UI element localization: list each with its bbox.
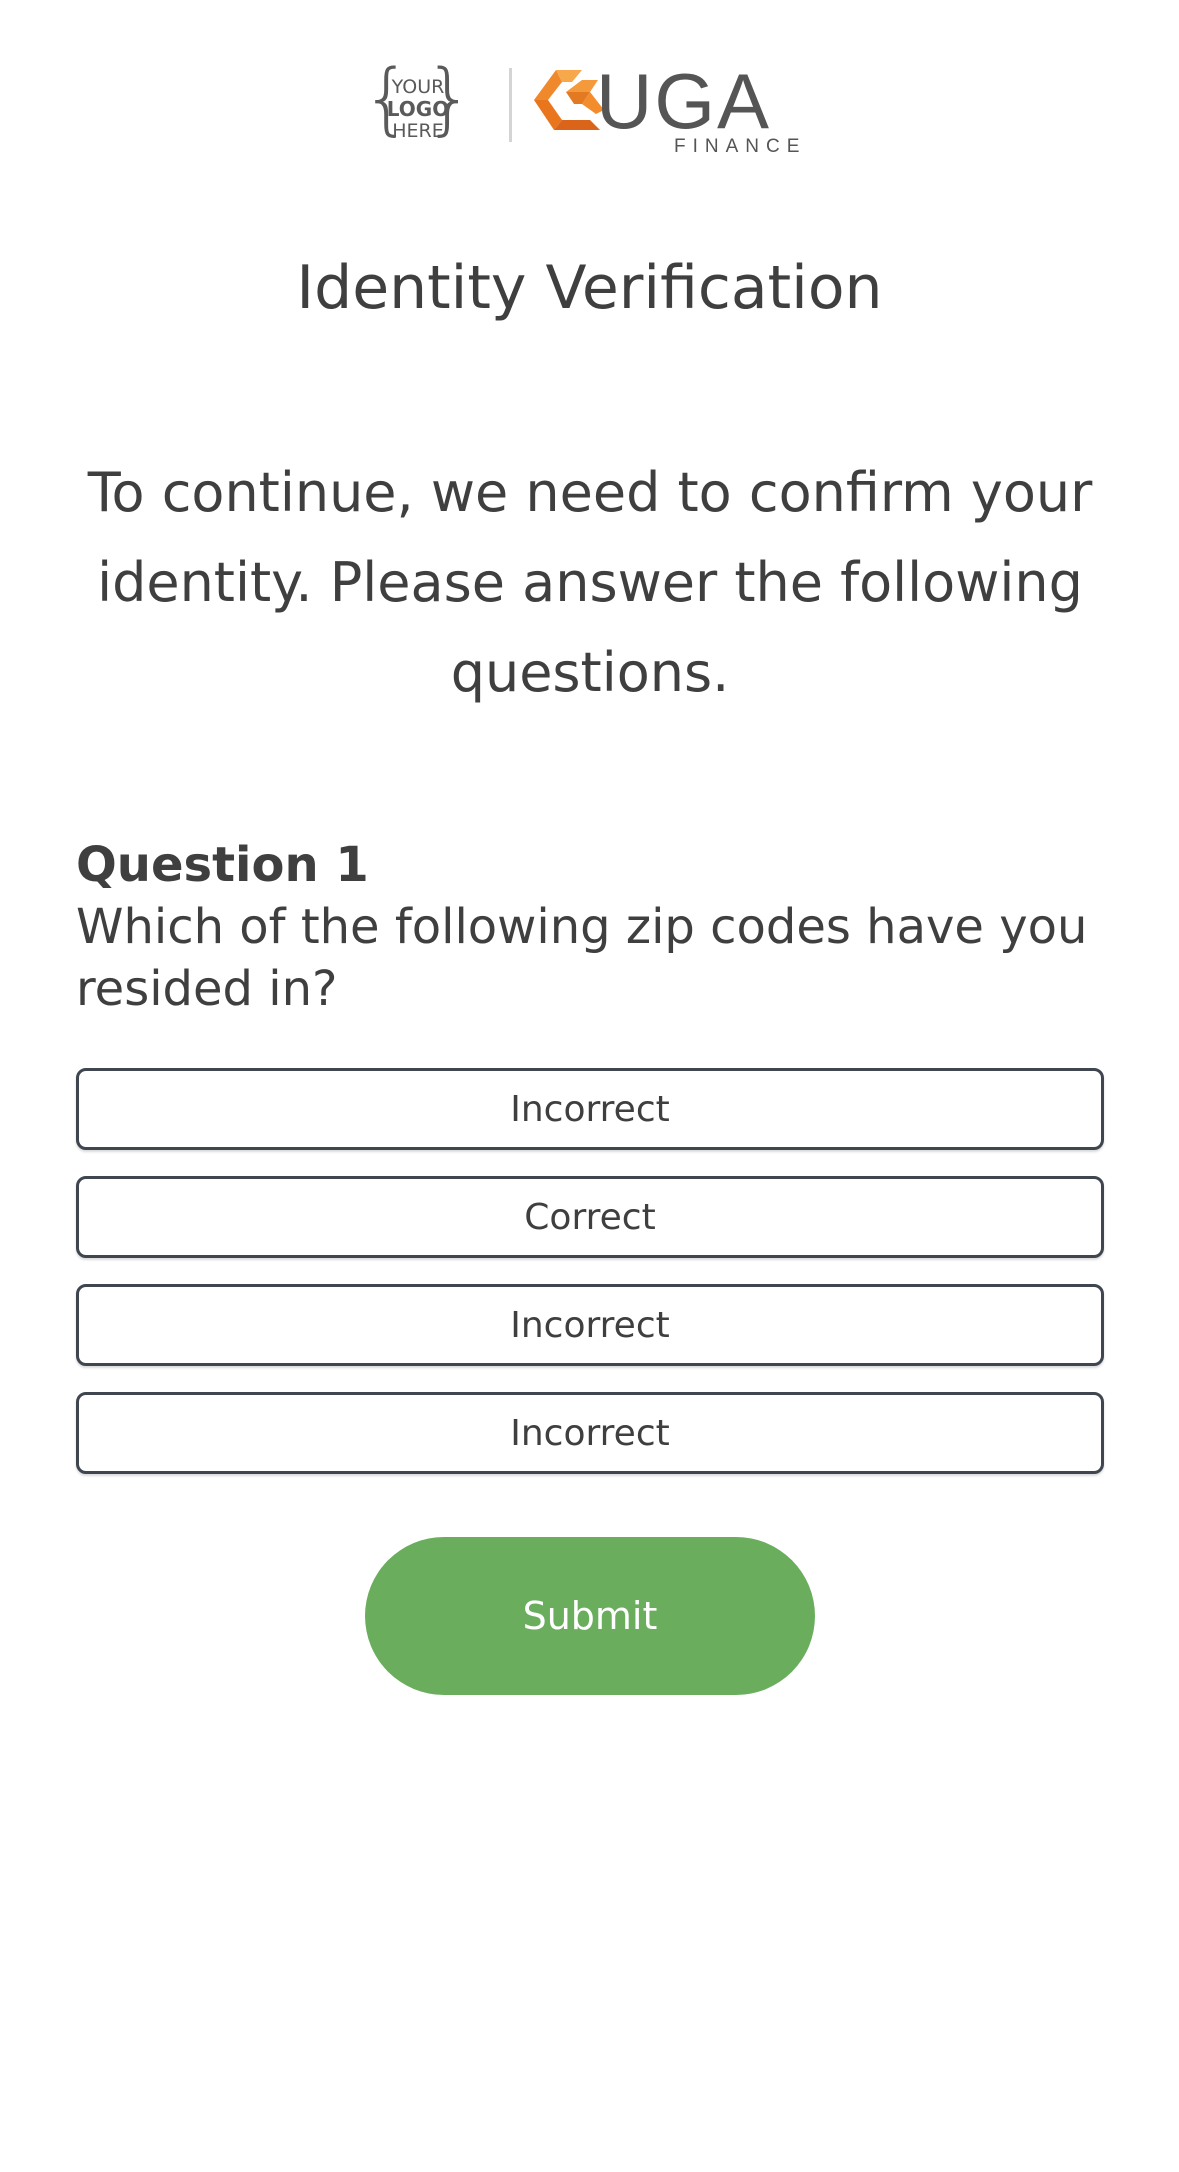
answer-option-2[interactable]: Correct (76, 1176, 1104, 1258)
page-title: Identity Verification (296, 253, 883, 323)
answer-options: Incorrect Correct Incorrect Incorrect (76, 1068, 1104, 1500)
brand-name: UGA (596, 62, 771, 145)
answer-option-3[interactable]: Incorrect (76, 1284, 1104, 1366)
question-label: Question 1 (76, 837, 369, 893)
question-block: Question 1 Which of the following zip co… (76, 834, 1106, 1020)
logo-placeholder-icon: { YOUR LOGO HERE } (362, 58, 474, 146)
brand-mark-icon (534, 70, 604, 130)
answer-option-4[interactable]: Incorrect (76, 1392, 1104, 1474)
logo-divider (509, 68, 512, 142)
question-text: Which of the following zip codes have yo… (76, 899, 1088, 1017)
header: { YOUR LOGO HERE } UGA FINANCE (0, 56, 1179, 156)
uga-finance-logo-icon: UGA FINANCE (534, 62, 806, 152)
intro-text: To continue, we need to confirm your ide… (87, 461, 1093, 704)
submit-button[interactable]: Submit (365, 1537, 815, 1695)
right-brace-icon: } (424, 54, 474, 144)
brand-subtitle: FINANCE (674, 136, 806, 152)
answer-option-1[interactable]: Incorrect (76, 1068, 1104, 1150)
